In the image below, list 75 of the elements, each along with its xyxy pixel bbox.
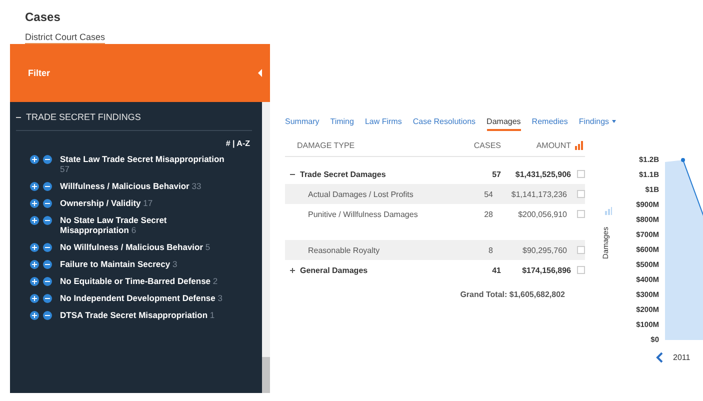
checkbox[interactable] <box>577 210 585 218</box>
remove-icon[interactable] <box>43 199 52 208</box>
filter-item[interactable]: No State Law Trade Secret Misappropriation 6 <box>60 215 225 235</box>
bar-chart-icon[interactable] <box>575 141 584 150</box>
collapse-icon[interactable] <box>258 69 262 77</box>
filter-item[interactable]: No Willfulness / Malicious Behavior 5 <box>60 242 225 252</box>
remove-icon[interactable] <box>43 294 52 303</box>
add-icon[interactable] <box>30 199 39 208</box>
add-icon[interactable] <box>30 243 39 252</box>
filter-item[interactable]: Willfulness / Malicious Behavior 33 <box>60 181 225 191</box>
filter-item[interactable]: DTSA Trade Secret Misappropriation 1 <box>60 310 225 320</box>
add-icon[interactable] <box>30 216 39 225</box>
table-cell-text: Punitive / Willfulness Damages <box>307 210 419 218</box>
column-header[interactable]: AMOUNT <box>501 141 571 150</box>
table-cell-text: $174,156,896 <box>521 266 571 274</box>
checkbox[interactable] <box>577 246 585 254</box>
table-cell-text: Actual Damages / Lost Profits <box>307 190 414 198</box>
add-icon[interactable] <box>30 294 39 303</box>
filter-item[interactable]: State Law Trade Secret Misappropriation 57 <box>60 154 225 174</box>
plus-icon[interactable] <box>290 268 295 272</box>
table-cell-text: 57 <box>491 170 501 178</box>
remove-icon[interactable] <box>43 182 52 191</box>
data-point[interactable] <box>681 158 685 162</box>
filter-item[interactable]: Ownership / Validity 17 <box>60 198 225 208</box>
table-cell-text: 28 <box>483 210 493 218</box>
remove-icon[interactable] <box>43 311 52 320</box>
table-row[interactable]: Actual Damages / Lost Profits 54 $1,141,173,236 <box>285 184 585 204</box>
table-row[interactable]: General Damages 41 $174,156,896 <box>285 260 585 280</box>
tab[interactable]: Remedies <box>532 117 568 131</box>
filter-item[interactable]: No Equitable or Time-Barred Defense 2 <box>60 276 225 286</box>
tab[interactable]: Damages <box>486 117 521 131</box>
table-cell-text: General Damages <box>300 266 369 274</box>
minus-icon[interactable] <box>16 116 21 118</box>
scrollbar[interactable] <box>262 102 270 393</box>
add-icon[interactable] <box>30 182 39 191</box>
table-row[interactable]: Punitive / Willfulness Damages 28 $200,056,910 <box>285 204 585 224</box>
add-icon[interactable] <box>30 260 39 269</box>
remove-icon[interactable] <box>43 277 52 286</box>
remove-icon[interactable] <box>43 243 52 252</box>
add-icon[interactable] <box>30 311 39 320</box>
filter-label: Filter <box>28 68 50 78</box>
axis-tick-label: 2011 <box>673 353 690 362</box>
table-cell-text: $1,141,173,236 <box>510 190 567 198</box>
add-icon[interactable] <box>30 277 39 286</box>
tab[interactable]: Timing <box>330 117 354 131</box>
column-header[interactable]: CASES <box>451 141 501 150</box>
tab[interactable]: Case Resolutions <box>412 117 476 131</box>
tab[interactable]: Law Firms <box>364 117 402 131</box>
filter-item[interactable]: Failure to Maintain Secrecy 3 <box>60 259 225 269</box>
table-cell-text: 41 <box>491 266 501 274</box>
tab[interactable]: Summary <box>285 117 320 131</box>
section-title[interactable]: TRADE SECRET FINDINGS <box>26 112 141 122</box>
table-cell-text: 8 <box>488 246 493 254</box>
remove-icon[interactable] <box>43 260 52 269</box>
checkbox[interactable] <box>577 170 585 178</box>
table-cell-text: Reasonable Royalty <box>307 246 381 254</box>
table-cell-text: $200,056,910 <box>517 210 567 218</box>
tab[interactable]: Findings <box>578 117 616 131</box>
column-header[interactable]: DAMAGE TYPE <box>297 141 451 150</box>
add-icon[interactable] <box>30 155 39 164</box>
table-row[interactable]: Reasonable Royalty 8 $90,295,760 <box>285 240 585 260</box>
remove-icon[interactable] <box>43 155 52 164</box>
chevron-left-icon[interactable] <box>656 352 663 363</box>
table-cell-text: $1,431,525,906 <box>514 170 571 178</box>
table-cell-text: 54 <box>483 190 493 198</box>
filter-item[interactable]: No Independent Development Defense 3 <box>60 293 225 303</box>
checkbox[interactable] <box>577 190 585 198</box>
table-cell-text: Trade Secret Damages <box>300 170 387 178</box>
page-title: Cases <box>25 10 60 24</box>
table-cell-text: $90,295,760 <box>522 246 567 254</box>
remove-icon[interactable] <box>43 216 52 225</box>
grand-total: Grand Total: $1,605,682,802 <box>459 290 565 299</box>
table-row[interactable]: Trade Secret Damages 57 $1,431,525,906 <box>285 164 585 184</box>
sort-toggle[interactable]: # | A-Z <box>16 139 250 148</box>
checkbox[interactable] <box>577 266 585 274</box>
